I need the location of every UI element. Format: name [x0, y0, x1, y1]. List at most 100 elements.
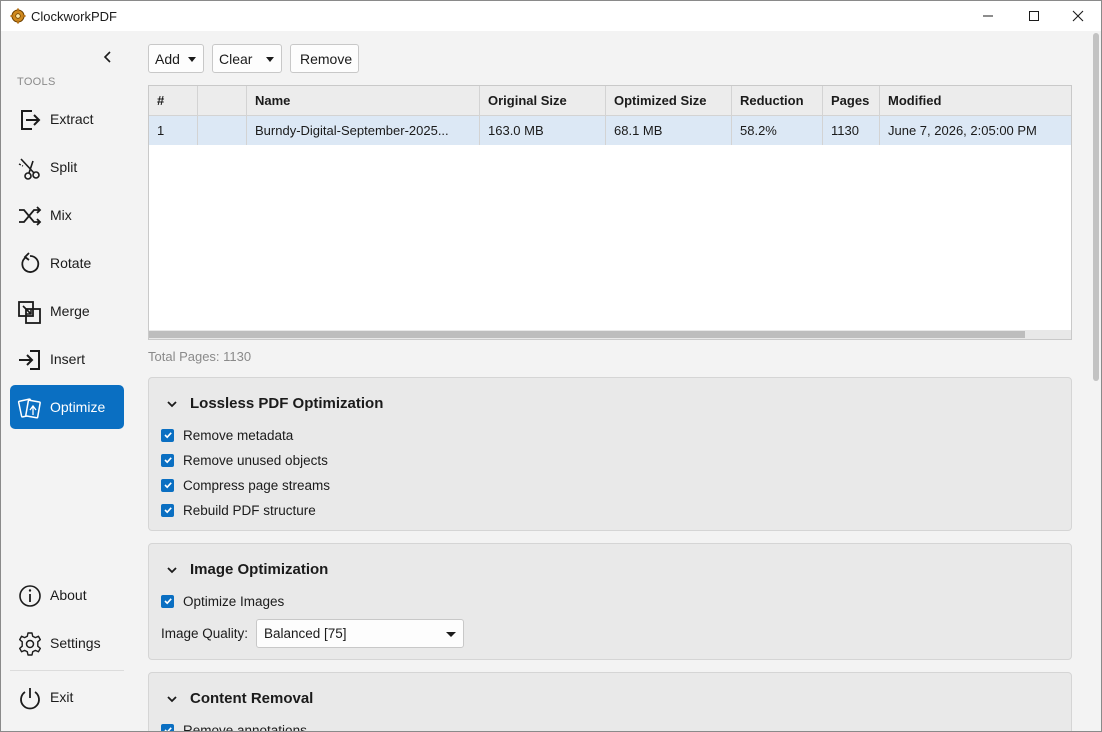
- sidebar-item-label: Merge: [50, 303, 90, 319]
- collapse-sidebar-button[interactable]: [98, 47, 118, 67]
- checkmark-icon: [163, 457, 172, 464]
- checkbox-label: Optimize Images: [183, 593, 285, 609]
- sidebar-item-label: Rotate: [50, 255, 92, 271]
- cell-index: 1: [149, 116, 198, 145]
- content-removal-section: Content Removal Remove annotations: [148, 672, 1072, 732]
- checkmark-icon: [163, 432, 172, 439]
- checkbox-label: Rebuild PDF structure: [183, 502, 316, 518]
- remove-button-label: Remove: [300, 51, 353, 67]
- sidebar-item-merge[interactable]: Merge: [10, 289, 124, 333]
- image-optimization-section: Image Optimization Optimize Images Image…: [148, 543, 1072, 660]
- sidebar-item-label: About: [50, 587, 87, 603]
- image-quality-select[interactable]: Balanced [75]: [256, 619, 464, 648]
- table-header: # Name Original Size Optimized Size Redu…: [149, 86, 1071, 116]
- sidebar-item-settings[interactable]: Settings: [10, 621, 124, 665]
- chevron-down-icon[interactable]: [165, 397, 179, 411]
- total-pages-label: Total Pages: 1130: [148, 349, 252, 364]
- checkmark-icon: [163, 598, 172, 605]
- checkmark-icon: [163, 482, 172, 489]
- checkbox-label: Remove annotations: [183, 722, 307, 732]
- remove-unused-objects-checkbox-row[interactable]: Remove unused objects: [161, 450, 328, 470]
- image-quality-label: Image Quality:: [161, 626, 249, 641]
- section-title[interactable]: Image Optimization: [190, 561, 328, 578]
- optimize-images-checkbox[interactable]: [161, 594, 174, 608]
- clear-dropdown-button[interactable]: Clear: [212, 44, 282, 73]
- column-header-reduction[interactable]: Reduction: [732, 86, 823, 115]
- sidebar-divider: [10, 670, 124, 671]
- image-quality-value: Balanced [75]: [264, 626, 347, 641]
- column-header-modified[interactable]: Modified: [880, 86, 1071, 115]
- power-icon: [20, 688, 40, 710]
- sidebar-item-mix[interactable]: Mix: [10, 193, 124, 237]
- maximize-button[interactable]: [1011, 1, 1057, 31]
- file-table: # Name Original Size Optimized Size Redu…: [148, 85, 1072, 340]
- insert-icon: [19, 350, 40, 370]
- sidebar-item-label: Settings: [50, 635, 101, 651]
- remove-unused-objects-checkbox[interactable]: [161, 453, 174, 467]
- checkmark-icon: [163, 507, 172, 514]
- optimize-images-checkbox-row[interactable]: Optimize Images: [161, 591, 284, 611]
- close-icon: [1072, 10, 1084, 22]
- sidebar-item-rotate[interactable]: Rotate: [10, 241, 124, 285]
- main-vertical-scrollbar[interactable]: [1091, 31, 1101, 731]
- chevron-down-icon[interactable]: [165, 692, 179, 706]
- column-header-pages[interactable]: Pages: [823, 86, 880, 115]
- caret-down-icon: [188, 57, 196, 62]
- remove-annotations-checkbox[interactable]: [161, 723, 174, 731]
- maximize-icon: [1029, 11, 1039, 21]
- checkmark-icon: [163, 727, 172, 731]
- shuffle-icon: [19, 206, 42, 226]
- title-bar: ClockworkPDF: [1, 1, 1101, 31]
- checkbox-label: Compress page streams: [183, 477, 331, 493]
- column-header-optimized-size[interactable]: Optimized Size: [606, 86, 732, 115]
- compress-page-streams-checkbox[interactable]: [161, 478, 174, 492]
- sidebar: TOOLS Extract Split Mix Rotate Merge Ins…: [1, 31, 132, 731]
- sidebar-item-label: Extract: [50, 111, 94, 127]
- sidebar-item-label: Split: [50, 159, 78, 175]
- sidebar-item-about[interactable]: About: [10, 573, 124, 617]
- cell-name: Burndy-Digital-September-2025...: [247, 116, 480, 145]
- sidebar-item-extract[interactable]: Extract: [10, 97, 124, 141]
- extract-icon: [21, 110, 41, 130]
- info-icon: [19, 585, 41, 607]
- cell-pages: 1130: [823, 116, 880, 145]
- column-header-name[interactable]: Name: [247, 86, 480, 115]
- rebuild-pdf-structure-checkbox-row[interactable]: Rebuild PDF structure: [161, 500, 316, 520]
- scrollbar-thumb[interactable]: [149, 331, 1025, 338]
- minimize-button[interactable]: [965, 1, 1011, 31]
- table-horizontal-scrollbar[interactable]: [149, 330, 1071, 339]
- cell-reduction: 58.2%: [732, 116, 823, 145]
- app-logo-icon: [10, 8, 26, 24]
- merge-icon: [18, 301, 41, 324]
- sidebar-item-label: Insert: [50, 351, 86, 367]
- table-row[interactable]: 1 Burndy-Digital-September-2025... 163.0…: [149, 116, 1071, 145]
- chevron-down-icon[interactable]: [165, 563, 179, 577]
- column-header-thumbnail[interactable]: [198, 86, 247, 115]
- section-title[interactable]: Content Removal: [190, 690, 313, 707]
- remove-annotations-checkbox-row[interactable]: Remove annotations: [161, 720, 307, 732]
- checkbox-label: Remove unused objects: [183, 452, 328, 468]
- column-header-original-size[interactable]: Original Size: [480, 86, 606, 115]
- rebuild-pdf-structure-checkbox[interactable]: [161, 503, 174, 517]
- remove-button[interactable]: Remove: [290, 44, 359, 73]
- section-title[interactable]: Lossless PDF Optimization: [190, 395, 383, 412]
- scissors-icon: [18, 158, 40, 180]
- sidebar-item-insert[interactable]: Insert: [10, 337, 124, 381]
- cell-modified: June 7, 2026, 2:05:00 PM: [888, 123, 1037, 138]
- remove-metadata-checkbox-row[interactable]: Remove metadata: [161, 425, 293, 445]
- scrollbar-thumb[interactable]: [1093, 33, 1099, 381]
- column-header-index[interactable]: #: [149, 86, 198, 115]
- sidebar-item-split[interactable]: Split: [10, 145, 124, 189]
- compress-page-streams-checkbox-row[interactable]: Compress page streams: [161, 475, 330, 495]
- close-button[interactable]: [1055, 1, 1101, 31]
- remove-metadata-checkbox[interactable]: [161, 428, 174, 442]
- clear-button-label: Clear: [219, 51, 253, 67]
- window-title: ClockworkPDF: [31, 9, 117, 24]
- sidebar-item-optimize[interactable]: Optimize: [10, 385, 124, 429]
- cell-original-size: 163.0 MB: [480, 116, 606, 145]
- add-dropdown-button[interactable]: Add: [148, 44, 204, 73]
- cell-thumbnail: [198, 116, 247, 145]
- app-window: ClockworkPDF TOOLS Extract Split Mix Rot…: [0, 0, 1102, 732]
- checkbox-label: Remove metadata: [183, 427, 294, 443]
- sidebar-item-exit[interactable]: Exit: [10, 675, 124, 719]
